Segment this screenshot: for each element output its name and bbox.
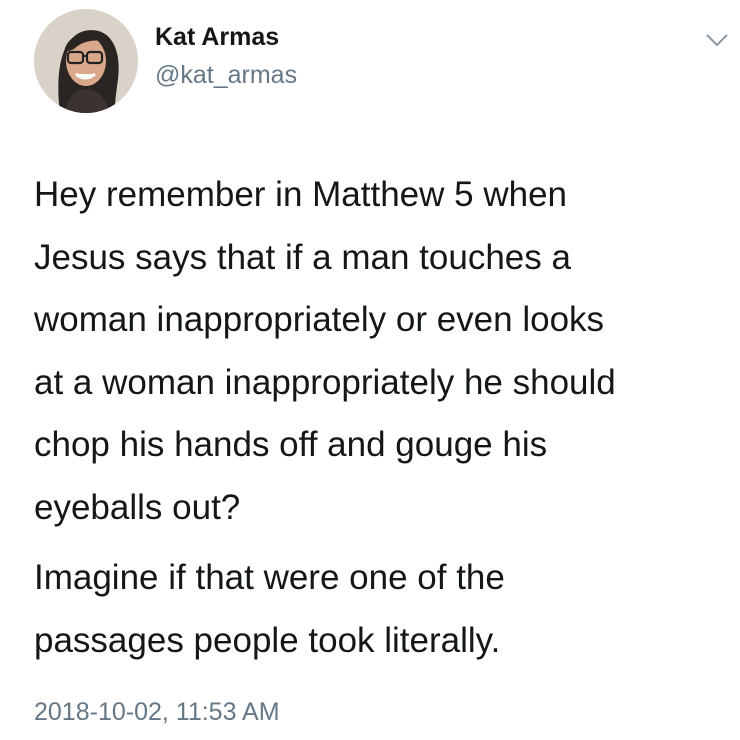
profile-photo bbox=[34, 9, 138, 113]
tweet-text-line: Hey remember in Matthew 5 when bbox=[34, 175, 567, 214]
user-handle[interactable]: @kat_armas bbox=[155, 60, 297, 90]
tweet-timestamp[interactable]: 2018-10-02, 11:53 AM bbox=[34, 697, 280, 727]
tweet-text-line: chop his hands off and gouge his bbox=[34, 425, 548, 464]
tweet-text-line: passages people took literally. bbox=[34, 620, 501, 660]
tweet-text-line: Jesus says that if a man touches a bbox=[34, 237, 571, 277]
tweet-text-line: Imagine if that were one of the bbox=[34, 558, 505, 597]
chevron-down-icon[interactable] bbox=[702, 28, 732, 52]
tweet-paragraph: Hey remember in Matthew 5 when Jesus say… bbox=[34, 164, 734, 539]
display-name[interactable]: Kat Armas bbox=[155, 22, 279, 52]
tweet-text: Hey remember in Matthew 5 when Jesus say… bbox=[34, 164, 734, 672]
tweet-text-line: woman inappropriately or even looks bbox=[34, 300, 605, 339]
tweet-text-line: eyeballs out? bbox=[34, 487, 241, 527]
avatar[interactable] bbox=[34, 9, 138, 113]
tweet-card: Kat Armas @kat_armas Hey remember in Mat… bbox=[0, 0, 740, 740]
tweet-paragraph: Imagine if that were one of the passages… bbox=[34, 547, 734, 672]
tweet-text-line: at a woman inappropriately he should bbox=[34, 362, 616, 402]
